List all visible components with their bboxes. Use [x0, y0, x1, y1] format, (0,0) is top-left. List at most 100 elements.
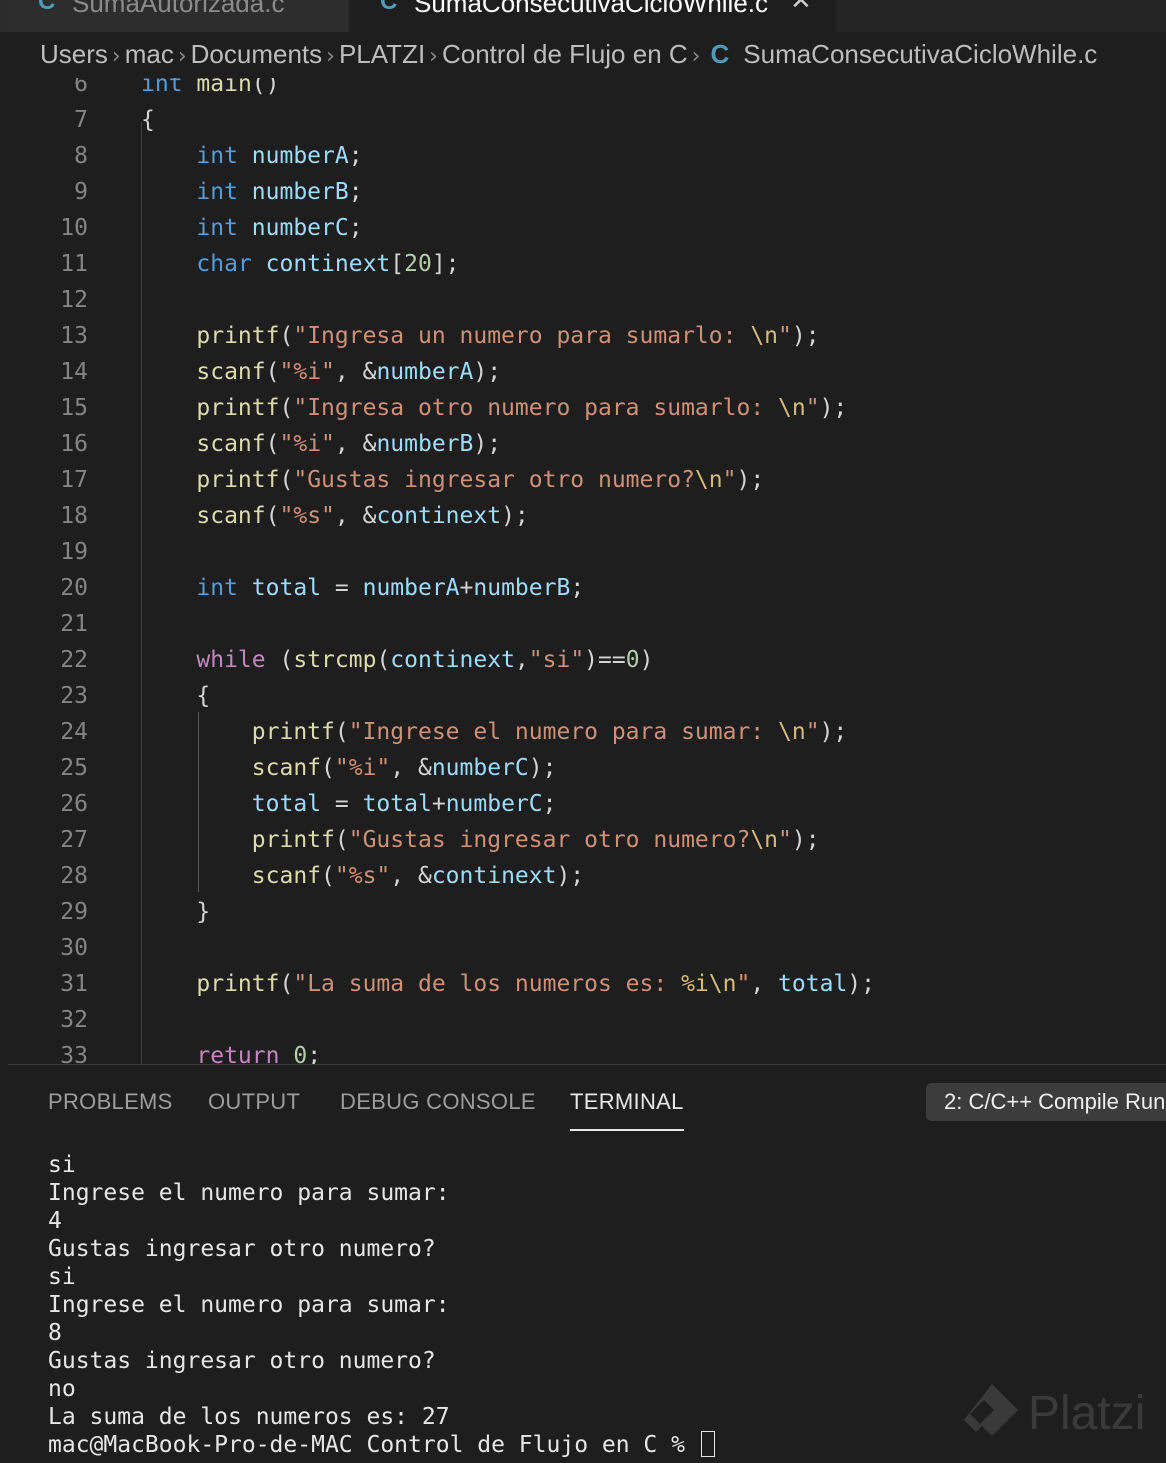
- terminal-prompt-line: mac@MacBook-Pro-de-MAC Control de Flujo …: [48, 1431, 715, 1459]
- terminal-prompt: mac@MacBook-Pro-de-MAC Control de Flujo …: [48, 1432, 699, 1458]
- line-number: 22: [60, 647, 88, 673]
- platzi-logo-icon: [964, 1384, 1018, 1436]
- code-line: 30: [8, 930, 1166, 966]
- code-line: 14 scanf("%i", &numberA);: [8, 354, 1166, 390]
- watermark-text: Platzi: [1028, 1387, 1146, 1440]
- tab-label: SumaConsecutivaCicloWhile.c: [414, 0, 769, 18]
- platzi-watermark: Platzi: [960, 1380, 1160, 1450]
- code-line: 8 int numberA;: [8, 138, 1166, 174]
- code-line: 13 printf("Ingresa un numero para sumarl…: [8, 318, 1166, 354]
- line-number: 13: [60, 323, 88, 349]
- chevron-right-icon: ›: [691, 44, 701, 69]
- chevron-right-icon: ›: [111, 44, 121, 69]
- terminal-line: La suma de los numeros es: 27: [48, 1404, 450, 1430]
- chevron-right-icon: ›: [177, 44, 187, 69]
- terminal-line: Ingrese el numero para sumar:: [48, 1292, 450, 1318]
- breadcrumb-item-folder[interactable]: Control de Flujo en C: [442, 39, 688, 69]
- breadcrumb-item-documents[interactable]: Documents: [191, 39, 323, 69]
- code-editor[interactable]: 6 int main() 7{ 8 int numberA; 9 int numb…: [8, 78, 1166, 1064]
- terminal-line: 4: [48, 1208, 62, 1234]
- code-line: 25 scanf("%i", &numberC);: [8, 750, 1166, 786]
- line-number: 29: [60, 899, 88, 925]
- line-number: 31: [60, 971, 88, 997]
- line-number: 18: [60, 503, 88, 529]
- line-number: 28: [60, 863, 88, 889]
- code-line: 12: [8, 282, 1166, 318]
- line-number: 26: [60, 791, 88, 817]
- terminal-output[interactable]: si Ingrese el numero para sumar: 4 Gusta…: [48, 1151, 715, 1459]
- breadcrumb-item-file[interactable]: SumaConsecutivaCicloWhile.c: [743, 39, 1097, 69]
- line-number: 30: [60, 935, 88, 961]
- tab-bar: C SumaAutorizada.c C SumaConsecutivaCicl…: [0, 0, 1166, 32]
- breadcrumb-item-users[interactable]: Users: [40, 39, 108, 69]
- tab-label: SumaAutorizada.c: [72, 0, 285, 18]
- line-number: 10: [60, 215, 88, 241]
- code-line: 29 }: [8, 894, 1166, 930]
- tab-output[interactable]: OUTPUT: [208, 1089, 300, 1115]
- breadcrumb-item-platzi[interactable]: PLATZI: [339, 39, 425, 69]
- code-line: 17 printf("Gustas ingresar otro numero?\…: [8, 462, 1166, 498]
- left-strip: [0, 0, 8, 32]
- line-number: 20: [60, 575, 88, 601]
- tab-suma-consecutiva[interactable]: C SumaConsecutivaCicloWhile.c ✕: [350, 0, 836, 32]
- code-line: 27 printf("Gustas ingresar otro numero?\…: [8, 822, 1166, 858]
- code-line: 11 char continext[20];: [8, 246, 1166, 282]
- code-line: 21: [8, 606, 1166, 642]
- terminal-line: Ingrese el numero para sumar:: [48, 1180, 450, 1206]
- line-number: 9: [74, 179, 88, 205]
- line-number: 8: [74, 143, 88, 169]
- line-number: 16: [60, 431, 88, 457]
- code-line: 32: [8, 1002, 1166, 1038]
- terminal-line: si: [48, 1152, 76, 1178]
- line-number: 33: [60, 1043, 88, 1064]
- c-file-icon: C: [710, 39, 730, 69]
- line-number: 27: [60, 827, 88, 853]
- breadcrumb: Users › mac › Documents › PLATZI › Control de Fl…: [8, 32, 1166, 78]
- code-line: 16 scanf("%i", &numberB);: [8, 426, 1166, 462]
- code-line: 26 total = total+numberC;: [8, 786, 1166, 822]
- tab-suma-autorizada[interactable]: C SumaAutorizada.c: [8, 0, 348, 32]
- terminal-line: Gustas ingresar otro numero?: [48, 1236, 436, 1262]
- code-line: 18 scanf("%s", &continext);: [8, 498, 1166, 534]
- terminal-select[interactable]: 2: C/C++ Compile Run: [926, 1083, 1166, 1121]
- line-number: 24: [60, 719, 88, 745]
- tab-terminal[interactable]: TERMINAL: [570, 1089, 684, 1131]
- breadcrumb-item-mac[interactable]: mac: [125, 39, 174, 69]
- tab-problems[interactable]: PROBLEMS: [48, 1089, 173, 1115]
- code-line: 7{: [8, 102, 1166, 138]
- code-line: 31 printf("La suma de los numeros es: %i…: [8, 966, 1166, 1002]
- code-line: 15 printf("Ingresa otro numero para suma…: [8, 390, 1166, 426]
- line-number: 7: [74, 107, 88, 133]
- line-number: 11: [60, 251, 88, 277]
- terminal-line: si: [48, 1264, 76, 1290]
- c-file-icon: C: [38, 0, 56, 15]
- terminal-line: no: [48, 1376, 76, 1402]
- code-line: 6 int main(): [8, 78, 1166, 102]
- chevron-right-icon: ›: [429, 44, 438, 69]
- code-line: 10 int numberC;: [8, 210, 1166, 246]
- line-number: 32: [60, 1007, 88, 1033]
- terminal-cursor[interactable]: [700, 1431, 715, 1457]
- code-line: 28 scanf("%s", &continext);: [8, 858, 1166, 894]
- line-number: 23: [60, 683, 88, 709]
- line-number: 17: [60, 467, 88, 493]
- tab-debug-console[interactable]: DEBUG CONSOLE: [340, 1089, 536, 1115]
- code-line: 33 return 0;: [8, 1038, 1166, 1064]
- line-number: 14: [60, 359, 88, 385]
- line-number: 12: [60, 287, 88, 313]
- code-line: 20 int total = numberA+numberB;: [8, 570, 1166, 606]
- terminal-line: 8: [48, 1320, 62, 1346]
- line-number: 25: [60, 755, 88, 781]
- code-line: 22 while (strcmp(continext,"si")==0): [8, 642, 1166, 678]
- line-number: 21: [60, 611, 88, 637]
- line-number: 19: [60, 539, 88, 565]
- terminal-line: Gustas ingresar otro numero?: [48, 1348, 436, 1374]
- line-number: 6: [74, 78, 88, 97]
- code-line: 9 int numberB;: [8, 174, 1166, 210]
- c-file-icon: C: [380, 0, 398, 15]
- code-line: 24 printf("Ingrese el numero para sumar:…: [8, 714, 1166, 750]
- chevron-right-icon: ›: [326, 44, 335, 69]
- line-number: 15: [60, 395, 88, 421]
- close-icon[interactable]: ✕: [790, 0, 812, 16]
- code-line: 19: [8, 534, 1166, 570]
